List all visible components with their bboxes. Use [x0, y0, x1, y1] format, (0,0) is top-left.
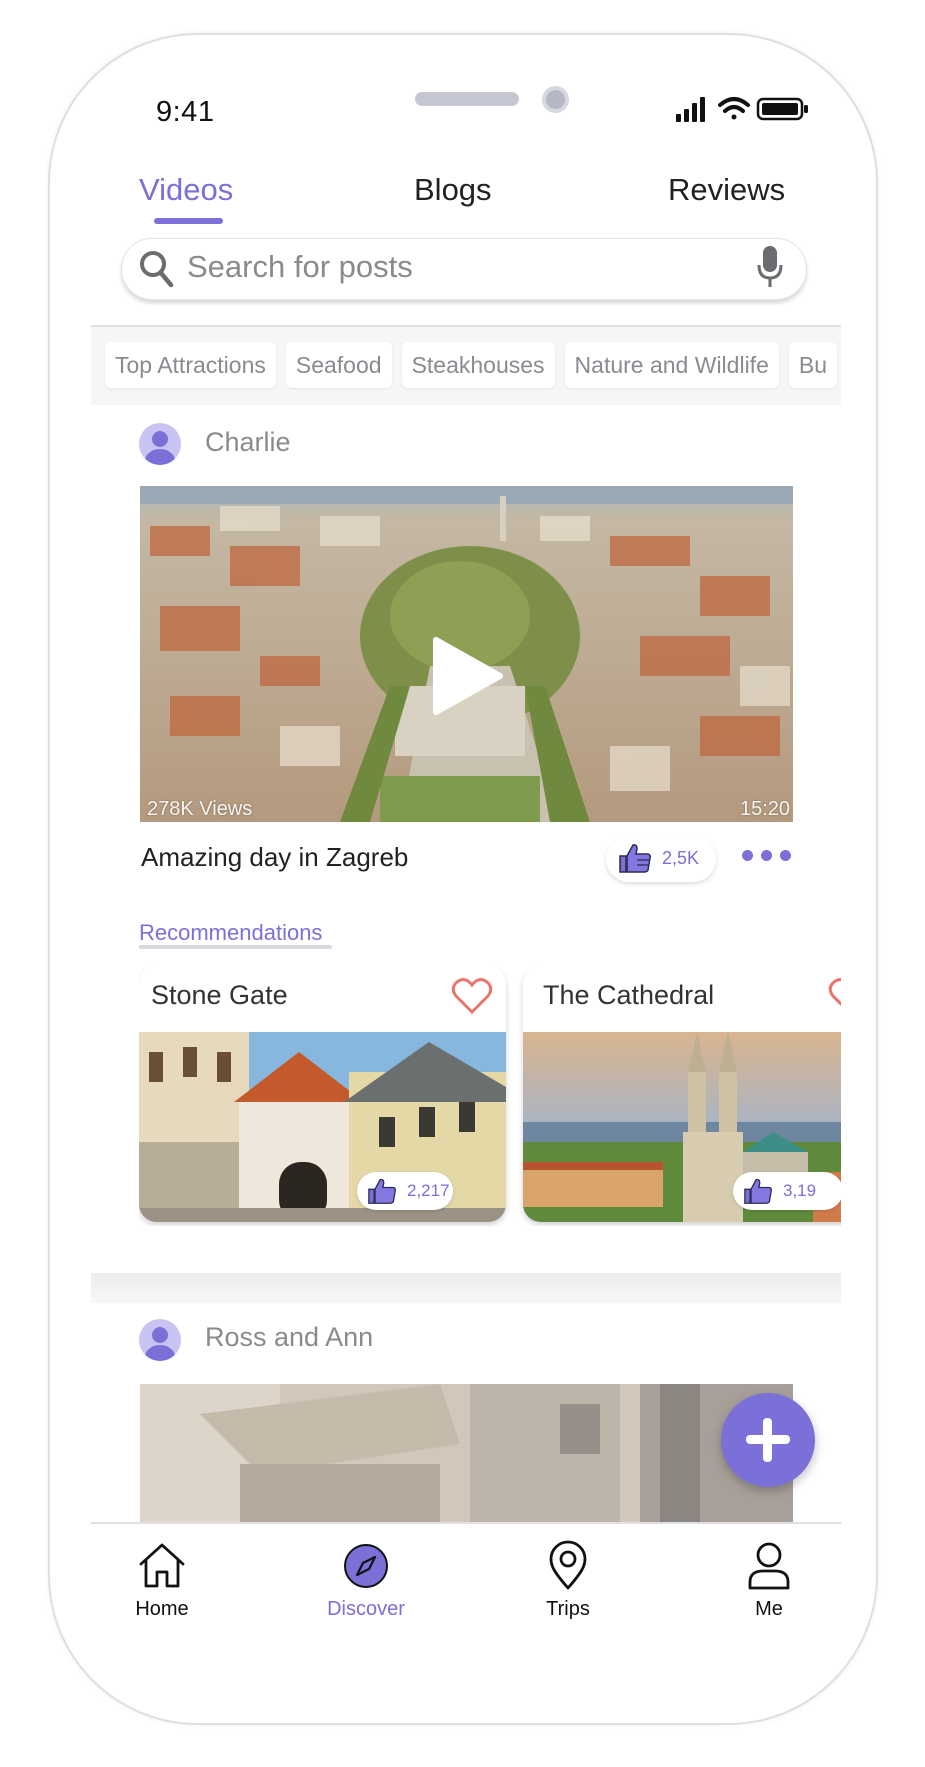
recommendations-underline [139, 945, 332, 949]
avatar[interactable] [139, 423, 181, 465]
card-like-count: 2,217 [407, 1181, 450, 1200]
video-thumbnail[interactable] [140, 1384, 793, 1522]
search-icon [140, 251, 174, 288]
heart-icon[interactable] [451, 976, 493, 1016]
recommendations-label[interactable]: Recommendations [139, 920, 322, 946]
nav-label: Me [755, 1598, 783, 1620]
front-camera [542, 86, 569, 113]
wifi-icon [718, 97, 750, 120]
category-chip[interactable]: Nature and Wildlife [564, 342, 779, 388]
like-button[interactable]: 2,5K [606, 836, 716, 882]
card-like-button[interactable]: 3,19 [733, 1172, 841, 1210]
category-chip[interactable]: Top Attractions [105, 342, 276, 388]
status-icons [676, 97, 808, 122]
more-options-icon[interactable] [742, 850, 791, 861]
nav-label: Home [135, 1598, 189, 1620]
nav-label: Trips [546, 1598, 590, 1620]
recommendation-card[interactable]: Stone Gate 2,217 [139, 966, 506, 1222]
signal-icon [676, 97, 705, 122]
nav-home[interactable]: Home [107, 1540, 217, 1621]
avatar[interactable] [139, 1319, 181, 1361]
nav-me[interactable]: Me [714, 1540, 824, 1621]
recommendations-carousel[interactable]: Stone Gate 2,217 The Cathedral 3,19 [139, 966, 841, 1226]
map-pin-icon [549, 1540, 587, 1590]
thumbs-up-icon [368, 1178, 396, 1204]
post-author[interactable]: Ross and Ann [205, 1322, 373, 1353]
status-time: 9:41 [156, 96, 215, 128]
nav-label: Discover [327, 1598, 405, 1620]
category-chip[interactable]: Bu [788, 342, 837, 388]
post-divider [91, 1273, 841, 1303]
speaker-grille [415, 92, 519, 106]
category-chip-strip: Top Attractions Seafood Steakhouses Natu… [91, 325, 841, 405]
play-icon[interactable] [430, 636, 504, 716]
category-chip[interactable]: Steakhouses [401, 342, 555, 388]
tab-blogs[interactable]: Blogs [414, 172, 492, 208]
user-icon [748, 1542, 790, 1590]
video-duration: 15:20 [740, 798, 791, 820]
search-placeholder: Search for posts [187, 249, 413, 284]
heart-icon[interactable] [828, 976, 841, 1016]
thumbs-up-icon [619, 844, 651, 873]
nav-trips[interactable]: Trips [513, 1540, 623, 1621]
like-count: 2,5K [662, 848, 700, 868]
card-like-count: 3,19 [783, 1181, 817, 1200]
active-tab-indicator [154, 218, 223, 224]
recommendation-card[interactable]: The Cathedral 3,19 [523, 966, 841, 1222]
compass-icon [344, 1544, 388, 1588]
microphone-icon[interactable] [757, 245, 783, 289]
thumbs-up-icon [744, 1178, 772, 1204]
card-like-button[interactable]: 2,217 [357, 1172, 453, 1210]
post-title[interactable]: Amazing day in Zagreb [141, 842, 408, 873]
nav-discover[interactable]: Discover [311, 1540, 421, 1621]
card-title: The Cathedral [543, 980, 715, 1010]
battery-icon [756, 97, 808, 121]
tab-reviews[interactable]: Reviews [668, 172, 785, 208]
tab-videos[interactable]: Videos [139, 172, 233, 208]
video-views: 278K Views [147, 798, 253, 820]
card-title: Stone Gate [151, 980, 288, 1010]
post-author[interactable]: Charlie [205, 427, 291, 458]
home-icon [139, 1543, 185, 1588]
add-post-button[interactable] [721, 1393, 815, 1487]
category-chip[interactable]: Seafood [285, 342, 392, 388]
